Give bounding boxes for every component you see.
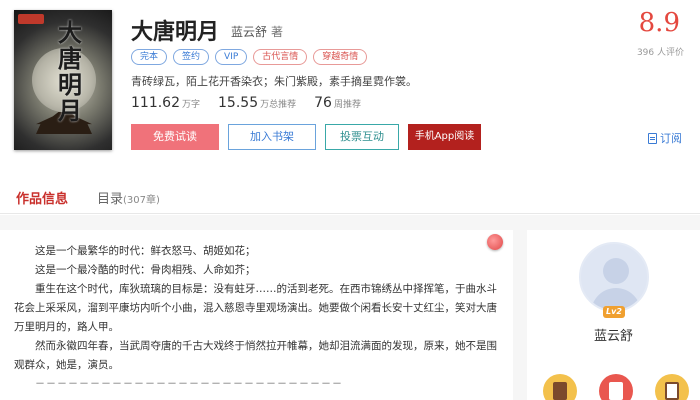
app-read-button[interactable]: 手机App阅读 [408,124,481,150]
separator-dashes: －－－－－－－－－－－－－－－－－－－－－－－－－－－－ [35,379,343,390]
weekly-recommend-unit: 周推荐 [333,100,361,110]
vote-button[interactable]: 投票互动 [325,124,399,150]
tab-toc-label: 目录 [97,192,124,207]
description-paragraph: 这是一个最冷酷的时代：骨肉相残、人命如芥； [35,264,256,276]
add-to-shelf-button[interactable]: 加入书架 [228,124,316,150]
book-icon[interactable] [543,374,577,400]
weekly-recommend-value: 76 [314,95,332,111]
total-recommend: 15.55 万总推荐 [218,95,296,111]
publisher-logo-icon [18,14,44,24]
word-count-unit: 万字 [182,100,201,110]
tag-list: 完本 签约 VIP 古代言情 穿越奇情 [131,49,368,65]
weekly-recommend: 76 周推荐 [314,95,361,111]
subscribe-link[interactable]: 订阅 [648,130,682,146]
tab-table-of-contents[interactable]: 目录(307章) [97,188,160,207]
avatar[interactable] [579,242,649,312]
description-panel: 这是一个最繁华的时代：鲜衣怒马、胡姬如花； 这是一个最冷酷的时代：骨肉相残、人命… [0,230,513,400]
calendar-icon-inner [665,382,679,400]
free-trial-button[interactable]: 免费试读 [131,124,219,150]
description-paragraph: 重生在这个时代，库狄琉璃的目标是：没有蛀牙……的活到老死。在西市锦绣丛中择挥笔，… [14,283,497,333]
document-icon-inner [609,382,623,400]
author-suffix: 著 [271,25,284,39]
document-icon[interactable] [599,374,633,400]
book-stats: 111.62 万字 15.55 万总推荐 76 周推荐 [131,95,379,111]
book-header: 大唐明月 大唐明月 蓝云舒著 完本 签约 VIP 古代言情 穿越奇情 青砖绿瓦，… [0,0,700,160]
word-count-value: 111.62 [131,95,180,111]
total-recommend-value: 15.55 [218,95,259,111]
chapter-count: (307章) [123,195,160,206]
action-buttons: 免费试读 加入书架 投票互动 手机App阅读 [131,124,481,150]
total-recommend-unit: 万总推荐 [260,100,297,110]
tag-time-travel[interactable]: 穿越奇情 [313,49,368,65]
author-panel-name[interactable]: 蓝云舒 [527,325,700,344]
cover-title: 大唐明月 [58,18,82,125]
calendar-icon[interactable] [655,374,689,400]
tab-bar: 作品信息 目录(307章) [0,172,700,222]
rating-count: 396 人评价 [636,48,684,58]
tag-signed[interactable]: 签约 [173,49,210,65]
word-count: 111.62 万字 [131,95,200,111]
pushpin-icon [487,234,503,250]
author-works-icons [543,374,689,400]
avatar-head [603,258,629,284]
book-intro: 青砖绿瓦，陌上花开香染衣；朱门紫殿，素手摘星霓作裳。 [131,75,417,88]
book-cover-image[interactable]: 大唐明月 [14,10,112,150]
subscribe-label: 订阅 [660,132,682,145]
tag-vip[interactable]: VIP [215,49,248,65]
author-panel: Lv2 蓝云舒 [527,230,700,400]
book-title: 大唐明月 [131,20,220,45]
tag-ancient-romance[interactable]: 古代言情 [253,49,308,65]
book-icon-inner [553,382,567,400]
document-icon [648,132,657,144]
tab-book-info[interactable]: 作品信息 [1,188,83,222]
description-paragraph: 这是一个最繁华的时代：鲜衣怒马、胡姬如花； [35,245,256,257]
tag-completed[interactable]: 完本 [131,49,168,65]
rating-score: 8.9 [638,8,680,38]
level-badge: Lv2 [603,306,625,318]
author-byline: 蓝云舒著 [231,23,283,40]
description-paragraph: 然而永徽四年春，当武周夺唐的千古大戏终于悄然拉开帷幕，她却泪流满面的发现，原来，… [14,340,497,371]
author-link[interactable]: 蓝云舒 [231,25,267,39]
